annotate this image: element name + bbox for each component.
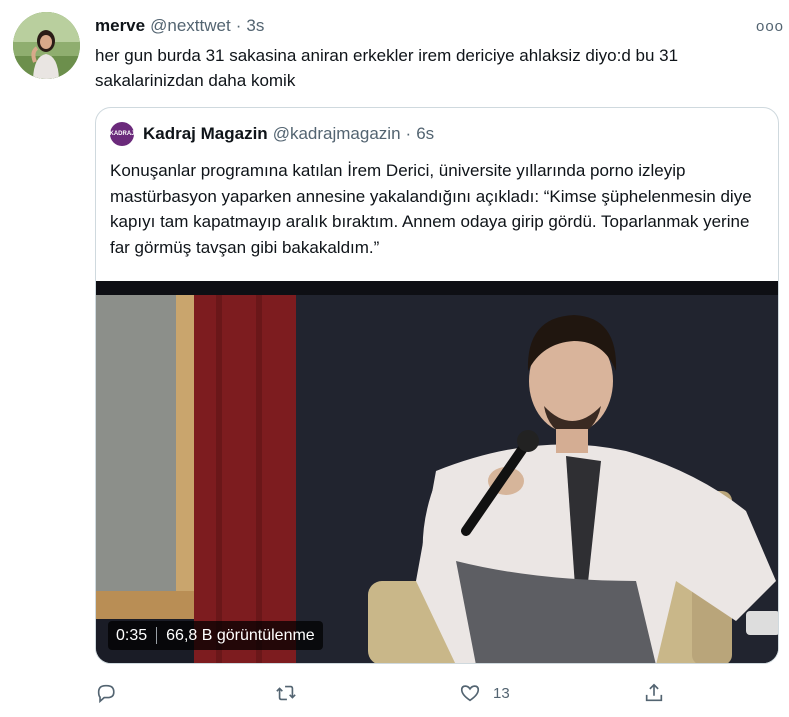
tweet[interactable]: merve @nexttwet · 3s ooo her gun burda 3… bbox=[95, 14, 783, 664]
video-frame bbox=[96, 281, 778, 663]
reply-icon bbox=[97, 684, 115, 704]
quoted-tweet[interactable]: KADRAJ Kadraj Magazin @kadrajmagazin · 6… bbox=[95, 107, 779, 664]
video-info-badge: 0:35 66,8 B görüntülenme bbox=[108, 621, 323, 650]
video-player[interactable]: 0:35 66,8 B görüntülenme bbox=[96, 281, 778, 663]
video-views: 66,8 B görüntülenme bbox=[166, 626, 315, 644]
heart-icon bbox=[460, 685, 480, 702]
quoted-author-avatar[interactable]: KADRAJ bbox=[110, 122, 135, 146]
quoted-author-name[interactable]: Kadraj Magazin bbox=[143, 124, 268, 144]
tweet-header: merve @nexttwet · 3s bbox=[95, 14, 779, 38]
quoted-tweet-text: Konuşanlar programına katılan İrem Deric… bbox=[110, 161, 752, 257]
like-count: 13 bbox=[493, 684, 510, 702]
author-name[interactable]: merve bbox=[95, 16, 145, 36]
share-icon bbox=[645, 683, 663, 702]
share-button[interactable] bbox=[643, 675, 665, 711]
retweet-icon bbox=[276, 685, 296, 701]
more-options-button[interactable]: ooo bbox=[754, 14, 786, 38]
like-button[interactable]: 13 bbox=[459, 675, 510, 711]
tweet-actions: 13 bbox=[95, 675, 685, 711]
quoted-tweet-time[interactable]: 6s bbox=[416, 124, 434, 144]
tweet-text: her gun burda 31 sakasina aniran erkekle… bbox=[95, 46, 679, 90]
quoted-separator-dot: · bbox=[405, 124, 412, 143]
tweet-time[interactable]: 3s bbox=[246, 16, 264, 36]
quoted-tweet-header: KADRAJ Kadraj Magazin @kadrajmagazin · 6… bbox=[110, 122, 434, 146]
retweet-button[interactable] bbox=[275, 675, 297, 711]
badge-divider bbox=[156, 627, 158, 644]
author-handle[interactable]: @nexttwet bbox=[150, 16, 231, 36]
quoted-author-handle[interactable]: @kadrajmagazin bbox=[273, 124, 401, 144]
author-avatar[interactable] bbox=[13, 12, 80, 79]
reply-button[interactable] bbox=[95, 675, 117, 711]
separator-dot: · bbox=[235, 16, 242, 35]
video-duration: 0:35 bbox=[116, 626, 148, 644]
